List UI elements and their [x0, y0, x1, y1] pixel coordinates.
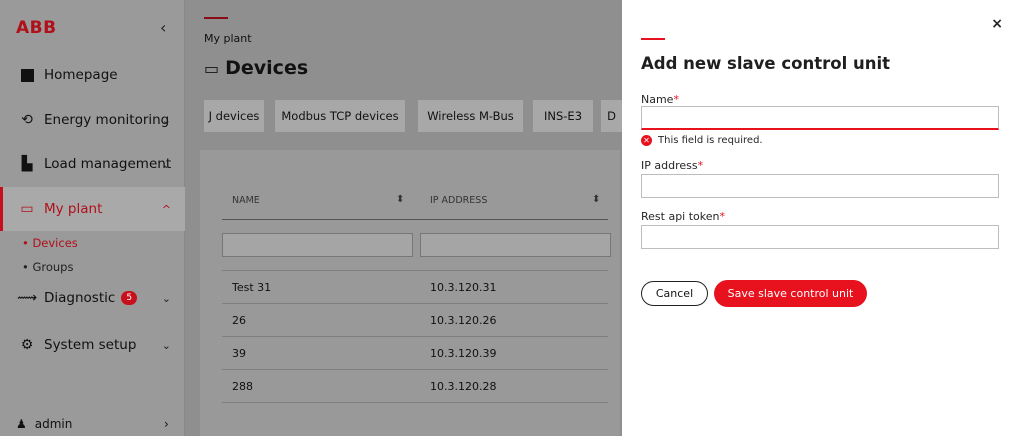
sort-icon[interactable]: ⬍	[396, 194, 404, 205]
sidebar-subitem-devices[interactable]: • Devices	[22, 236, 78, 250]
table-row-ip: 10.3.120.31	[430, 281, 497, 294]
main-content: My plant ▭ Devices J devices Modbus TCP …	[186, 0, 622, 436]
user-menu[interactable]: ♟ admin ›	[16, 417, 169, 431]
ip-address-label-text: IP address	[641, 159, 698, 172]
chevron-down-icon: ⌄	[161, 157, 171, 171]
chevron-up-icon: ^	[161, 202, 171, 216]
header-divider	[222, 219, 608, 220]
required-marker: *	[673, 93, 679, 106]
sort-icon[interactable]: ⬍	[592, 194, 600, 205]
ip-filter-input[interactable]	[420, 233, 611, 257]
sidebar-item-label: Diagnostic	[44, 290, 116, 306]
name-label: Name*	[641, 93, 679, 106]
diagnostic-icon: ⟿	[16, 290, 38, 306]
required-marker: *	[697, 159, 704, 172]
accent-bar	[204, 17, 228, 19]
tab-d[interactable]: D	[601, 100, 622, 132]
table-row-name: 288	[232, 380, 253, 393]
rest-api-token-field[interactable]	[641, 225, 999, 249]
plant-icon: ▭	[20, 201, 34, 217]
row-divider	[222, 402, 608, 403]
table-row-name: 26	[232, 314, 246, 327]
abb-logo: ABB	[16, 18, 57, 38]
collapse-sidebar-icon[interactable]: ‹	[160, 18, 166, 37]
settings-icon: ⚙	[20, 337, 34, 353]
cancel-button[interactable]: Cancel	[641, 281, 708, 306]
ip-address-field[interactable]	[641, 174, 999, 198]
modal-title: Add new slave control unit	[641, 54, 891, 73]
name-label-text: Name	[641, 93, 674, 106]
row-divider	[222, 303, 608, 304]
page-title-text: Devices	[225, 57, 309, 79]
sidebar-item-diagnostic[interactable]: ⟿ Diagnostic 5 ⌄	[0, 276, 185, 320]
error-icon: ✕	[641, 135, 652, 146]
accent-bar	[641, 38, 665, 40]
column-header-name[interactable]: NAME	[232, 195, 260, 206]
save-slave-control-unit-button[interactable]: Save slave control unit	[714, 280, 867, 307]
error-text: This field is required.	[658, 135, 763, 146]
sidebar-item-label: Energy monitoring	[44, 112, 170, 128]
add-slave-modal: × Add new slave control unit Name* ✕ Thi…	[622, 0, 1013, 436]
table-row-ip: 10.3.120.28	[430, 380, 497, 393]
table-row-name: 39	[232, 347, 246, 360]
row-divider	[222, 369, 608, 370]
sidebar-subitem-groups[interactable]: • Groups	[22, 260, 73, 274]
load-icon: ▙	[21, 156, 33, 172]
sidebar-item-label: Load management	[44, 156, 172, 172]
home-icon	[18, 66, 36, 84]
sidebar-item-my-plant[interactable]: ▭ My plant ^	[0, 187, 185, 231]
sidebar-item-homepage[interactable]: Homepage	[0, 53, 185, 97]
sidebar-item-label: Homepage	[44, 67, 118, 83]
sidebar-item-system-setup[interactable]: ⚙ System setup ⌄	[0, 323, 185, 367]
user-label: admin	[34, 417, 73, 431]
sidebar-item-label: My plant	[44, 201, 103, 217]
devices-icon: ▭	[204, 58, 220, 78]
name-field[interactable]	[641, 106, 999, 130]
rest-api-token-label-text: Rest api token	[641, 210, 720, 223]
energy-icon: ⟲	[21, 112, 33, 128]
table-row-name: Test 31	[232, 281, 272, 294]
name-error-message: ✕ This field is required.	[641, 135, 763, 146]
table-row-ip: 10.3.120.39	[430, 347, 497, 360]
chevron-down-icon: ⌄	[161, 291, 171, 305]
tab-wireless-m-bus[interactable]: Wireless M-Bus	[418, 100, 523, 132]
close-icon[interactable]: ×	[991, 16, 1003, 32]
chevron-down-icon: ⌄	[161, 113, 171, 127]
chevron-right-icon: ›	[164, 417, 169, 431]
row-divider	[222, 270, 608, 271]
breadcrumb[interactable]: My plant	[204, 32, 252, 45]
rest-api-token-label: Rest api token*	[641, 210, 725, 223]
sidebar-item-load-management[interactable]: ▙ Load management ⌄	[0, 142, 185, 186]
chevron-down-icon: ⌄	[161, 338, 171, 352]
user-icon: ♟	[16, 417, 27, 431]
page-title: ▭ Devices	[204, 57, 308, 79]
tab-ins-e3[interactable]: INS-E3	[533, 100, 593, 132]
row-divider	[222, 336, 608, 337]
diagnostic-badge: 5	[121, 291, 138, 305]
sidebar: ABB ‹ Homepage ⟲ Energy monitoring ⌄ ▙ L…	[0, 0, 185, 436]
column-header-ip-address[interactable]: IP ADDRESS	[430, 195, 487, 206]
name-filter-input[interactable]	[222, 233, 413, 257]
ip-address-label: IP address*	[641, 159, 703, 172]
tab-modbus-tcp-devices[interactable]: Modbus TCP devices	[275, 100, 405, 132]
required-marker: *	[719, 210, 726, 223]
sidebar-item-label: System setup	[44, 337, 137, 353]
tab-j-devices[interactable]: J devices	[204, 100, 264, 132]
sidebar-item-energy-monitoring[interactable]: ⟲ Energy monitoring ⌄	[0, 98, 185, 142]
table-row-ip: 10.3.120.26	[430, 314, 497, 327]
